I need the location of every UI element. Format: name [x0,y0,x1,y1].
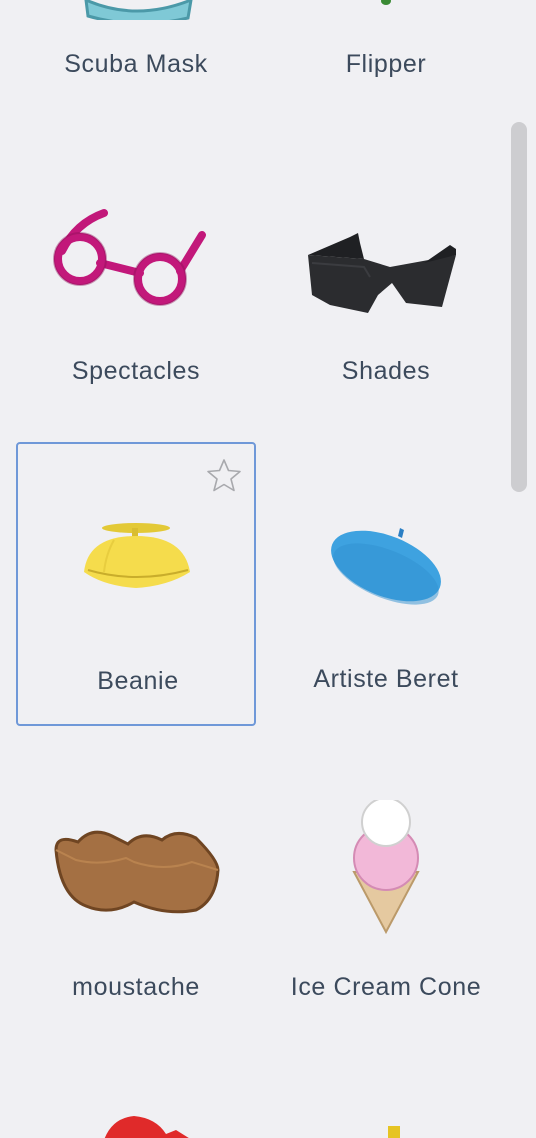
scrollbar-thumb[interactable] [511,122,527,492]
star-outline-icon[interactable] [204,456,244,496]
spectacles-thumbnail [53,209,206,306]
shape-tile-spectacles[interactable]: Spectacles [16,185,256,405]
shape-label: Beanie [97,667,179,695]
shape-label: moustache [72,973,200,1001]
flipper-thumbnail [381,0,391,5]
shape-tile-moustache[interactable]: moustache [16,800,256,1020]
shape-tile-scuba-mask[interactable]: Scuba Mask [16,0,256,90]
shape-tile-artiste-beret[interactable]: Artiste Beret [266,442,506,726]
partial-yellow-shape-thumbnail [388,1126,400,1138]
ice-cream-cone-thumbnail [352,800,420,935]
shape-tile-flipper[interactable]: Flipper [266,0,506,90]
shape-label: Scuba Mask [64,50,208,78]
shape-label: Shades [341,357,431,385]
shape-label: Flipper [345,50,427,78]
shape-tile-ice-cream-cone[interactable]: Ice Cream Cone [266,800,506,1020]
shape-label: Ice Cream Cone [290,973,482,1001]
shape-tile-partial-right[interactable] [266,1100,506,1138]
shape-label: Spectacles [71,357,201,385]
shape-label: Artiste Beret [313,665,459,693]
shades-thumbnail [308,233,456,313]
scuba-mask-thumbnail [84,0,193,20]
moustache-thumbnail [54,830,220,914]
artiste-beret-thumbnail [331,528,441,605]
partial-red-shape-thumbnail [104,1116,189,1138]
shape-tile-partial-left[interactable] [16,1100,256,1138]
shapes-panel: Scuba Mask Flipper Spectacles Shades Bea… [0,0,536,1138]
shape-tile-beanie[interactable]: Beanie [16,442,256,726]
shape-tile-shades[interactable]: Shades [266,185,506,405]
